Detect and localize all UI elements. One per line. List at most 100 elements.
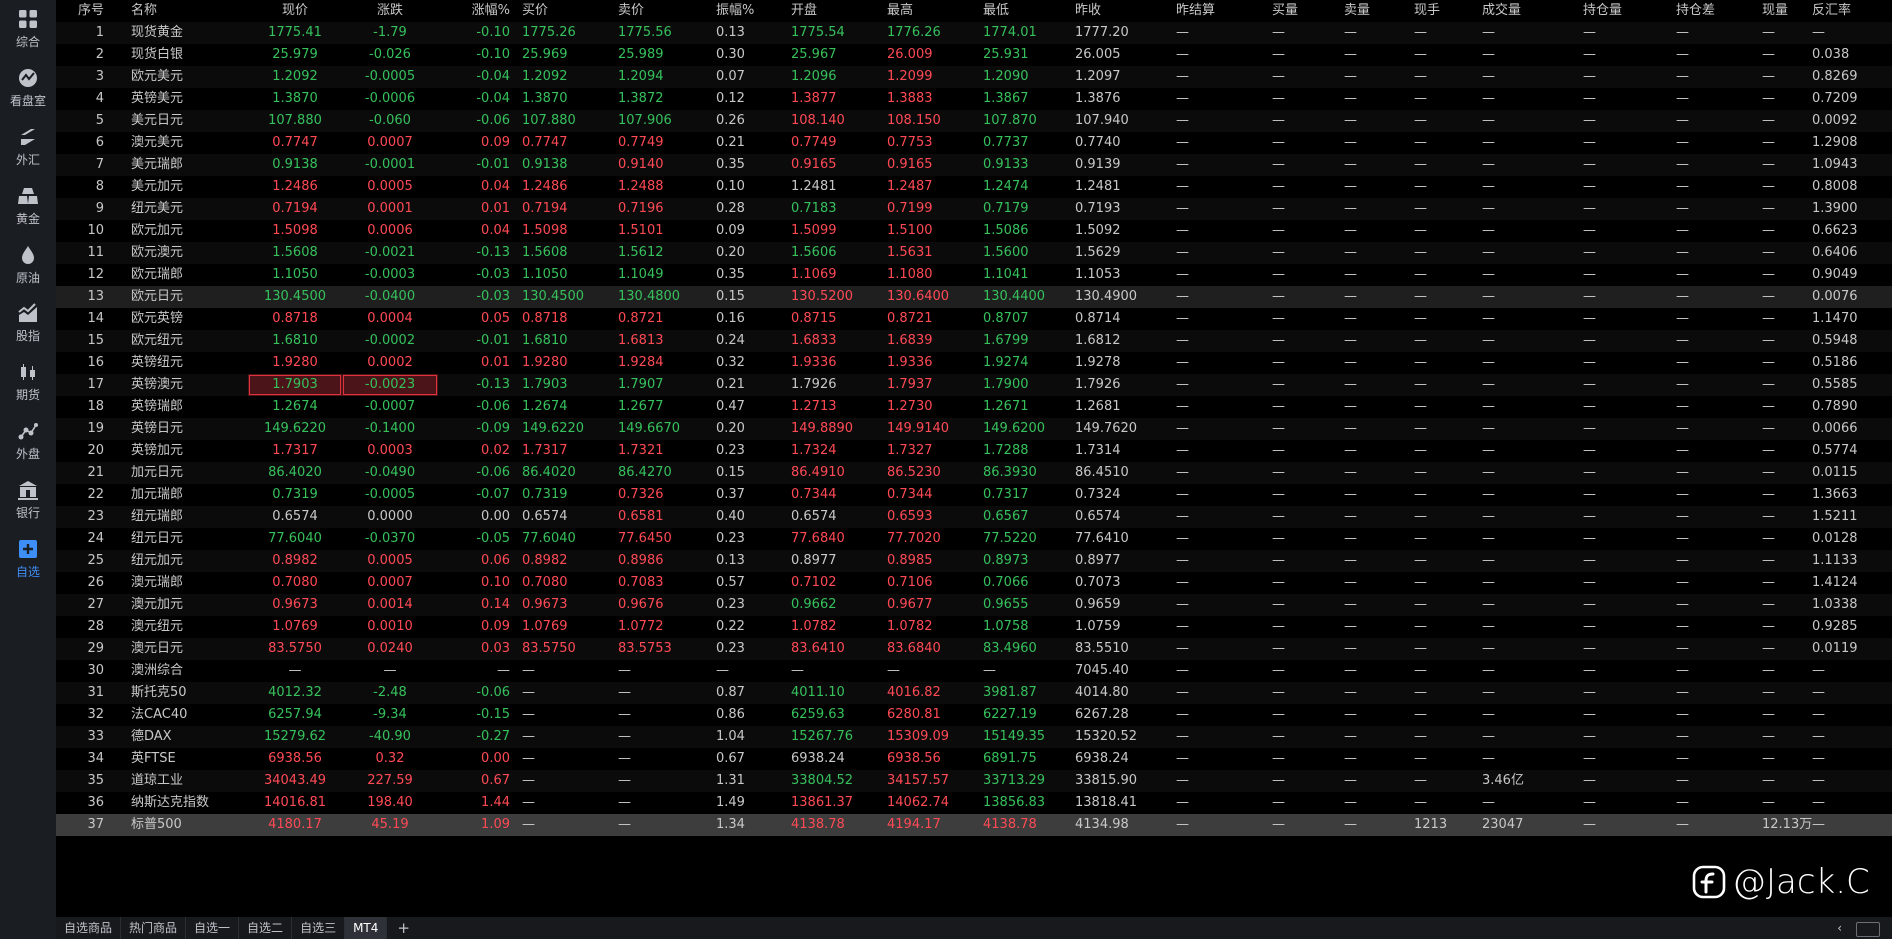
table-cell: 1.2481 [791, 179, 837, 194]
column-header[interactable]: 现量 [1762, 0, 1812, 22]
table-row[interactable]: 36 纳斯达克指数 14016.81 198.40 1.44 — — 1.49 13861.37… [56, 792, 1892, 814]
sidebar-item-9[interactable]: 自选 [0, 529, 56, 588]
table-cell: — [1272, 25, 1285, 40]
tab-0[interactable]: 自选商品 [56, 917, 122, 939]
horizontal-scrollbar-thumb[interactable] [1856, 922, 1880, 937]
column-header[interactable]: 最低 [975, 0, 1071, 22]
table-row[interactable]: 18 英镑瑞郎 1.2674 -0.0007 -0.06 1.2674 1.2677 0.47… [56, 396, 1892, 418]
table-row[interactable]: 28 澳元纽元 1.0769 0.0010 0.09 1.0769 1.0772 0.22 1.… [56, 616, 1892, 638]
table-cell: 7045.40 [1075, 663, 1129, 678]
sidebar-item-2[interactable]: 外汇 [0, 118, 56, 177]
sidebar-item-5[interactable]: 股指 [0, 294, 56, 353]
column-header[interactable]: 现价 [248, 0, 342, 22]
table-row[interactable]: 5 美元日元 107.880 -0.060 -0.06 107.880 107.906 0.2… [56, 110, 1892, 132]
column-header[interactable]: 卖价 [614, 0, 710, 22]
table-row[interactable]: 2 现货白银 25.979 -0.026 -0.10 25.969 25.989 0.30 25… [56, 44, 1892, 66]
table-row[interactable]: 8 美元加元 1.2486 0.0005 0.04 1.2486 1.2488 0.10 1.2… [56, 176, 1892, 198]
table-cell: 0.9659 [1075, 597, 1121, 612]
table-cell: 33804.52 [791, 773, 854, 788]
table-row[interactable]: 35 道琼工业 34043.49 227.59 0.67 — — 1.31 33804.52 34… [56, 770, 1892, 792]
column-header[interactable]: 买价 [518, 0, 614, 22]
table-cell: — [1176, 553, 1189, 568]
sidebar-item-4[interactable]: 原油 [0, 235, 56, 294]
table-cell: 5 [95, 113, 104, 128]
column-header[interactable]: 序号 [56, 0, 108, 22]
sidebar-item-8[interactable]: 银行 [0, 470, 56, 529]
table-row[interactable]: 33 德DAX 15279.62 -40.90 -0.27 — — 1.04 15267.76 1… [56, 726, 1892, 748]
column-header[interactable]: 现手 [1410, 0, 1482, 22]
table-row[interactable]: 6 澳元美元 0.7747 0.0007 0.09 0.7747 0.7749 0.21 0.7… [56, 132, 1892, 154]
column-header[interactable]: 涨跌 [342, 0, 438, 22]
column-header[interactable]: 持仓量 [1579, 0, 1676, 22]
column-header[interactable]: 买量 [1268, 0, 1340, 22]
table-row[interactable]: 22 加元瑞郎 0.7319 -0.0005 -0.07 0.7319 0.7326 0.37… [56, 484, 1892, 506]
column-header[interactable]: 振幅% [710, 0, 783, 22]
table-row[interactable]: 20 英镑加元 1.7317 0.0003 0.02 1.7317 1.7321 0.23 1.… [56, 440, 1892, 462]
column-header[interactable]: 卖量 [1340, 0, 1410, 22]
tab-3[interactable]: 自选二 [239, 917, 293, 939]
column-header[interactable]: 开盘 [783, 0, 879, 22]
table-row[interactable]: 26 澳元瑞郎 0.7080 0.0007 0.10 0.7080 0.7083 0.57 0.… [56, 572, 1892, 594]
tab-2[interactable]: 自选一 [186, 917, 240, 939]
table-row[interactable]: 29 澳元日元 83.5750 0.0240 0.03 83.5750 83.5753 0.2… [56, 638, 1892, 660]
tab-5[interactable]: MT4 [345, 917, 388, 939]
table-cell: 33815.90 [1075, 773, 1138, 788]
sidebar-item-0[interactable]: 综合 [0, 0, 56, 59]
table-cell: — [1583, 597, 1596, 612]
table-row[interactable]: 17 英镑澳元 1.7903 -0.0023 -0.13 1.7903 1.7907 0.21… [56, 374, 1892, 396]
table-row[interactable]: 3 欧元美元 1.2092 -0.0005 -0.04 1.2092 1.2094 0.07 1… [56, 66, 1892, 88]
column-header[interactable]: 涨幅% [438, 0, 518, 22]
table-row[interactable]: 7 美元瑞郎 0.9138 -0.0001 -0.01 0.9138 0.9140 0.35 0… [56, 154, 1892, 176]
table-row[interactable]: 13 欧元日元 130.4500 -0.0400 -0.03 130.4500 130.48… [56, 286, 1892, 308]
sidebar-item-7[interactable]: 外盘 [0, 412, 56, 471]
table-row[interactable]: 14 欧元英镑 0.8718 0.0004 0.05 0.8718 0.8721 0.16 0.… [56, 308, 1892, 330]
table-cell: 0.0092 [1812, 113, 1858, 128]
table-cell: 0.9676 [618, 597, 664, 612]
table-cell: — [1583, 443, 1596, 458]
table-cell: — [1676, 25, 1689, 40]
sidebar-item-1[interactable]: 看盘室 [0, 59, 56, 118]
table-row[interactable]: 21 加元日元 86.4020 -0.0490 -0.06 86.4020 86.4270 0… [56, 462, 1892, 484]
table-cell: — [1272, 487, 1285, 502]
sidebar-item-3[interactable]: 黄金 [0, 176, 56, 235]
table-cell: 0.7319 [272, 487, 318, 502]
column-header[interactable]: 持仓差 [1676, 0, 1762, 22]
table-row[interactable]: 27 澳元加元 0.9673 0.0014 0.14 0.9673 0.9676 0.23 0.… [56, 594, 1892, 616]
table-row[interactable]: 16 英镑纽元 1.9280 0.0002 0.01 1.9280 1.9284 0.32 1.… [56, 352, 1892, 374]
column-header[interactable]: 反汇率 [1812, 0, 1872, 22]
table-cell: 0.8977 [1075, 553, 1121, 568]
table-row[interactable]: 4 英镑美元 1.3870 -0.0006 -0.04 1.3870 1.3872 0.12 1… [56, 88, 1892, 110]
table-cell: 0.8269 [1812, 69, 1858, 84]
column-header[interactable]: 成交量 [1482, 0, 1579, 22]
table-row[interactable]: 15 欧元纽元 1.6810 -0.0002 -0.01 1.6810 1.6813 0.24… [56, 330, 1892, 352]
table-row[interactable]: 25 纽元加元 0.8982 0.0005 0.06 0.8982 0.8986 0.13 0.… [56, 550, 1892, 572]
column-header[interactable]: 名称 [108, 0, 248, 22]
column-header[interactable]: 昨收 [1071, 0, 1172, 22]
table-cell: — [983, 663, 996, 678]
sidebar-item-6[interactable]: 期货 [0, 353, 56, 412]
column-header[interactable]: 最高 [879, 0, 975, 22]
table-row[interactable]: 32 法CAC40 6257.94 -9.34 -0.15 — — 0.86 6259.63 62… [56, 704, 1892, 726]
table-row[interactable]: 19 英镑日元 149.6220 -0.1400 -0.09 149.6220 149.66… [56, 418, 1892, 440]
table-cell: 0.21 [716, 377, 745, 392]
table-row[interactable]: 11 欧元澳元 1.5608 -0.0021 -0.13 1.5608 1.5612 0.20… [56, 242, 1892, 264]
table-cell: — [1344, 663, 1357, 678]
tab-4[interactable]: 自选三 [292, 917, 346, 939]
table-row[interactable]: 34 英FTSE 6938.56 0.32 0.00 — — 0.67 6938.24 6938.… [56, 748, 1892, 770]
table-row[interactable]: 12 欧元瑞郎 1.1050 -0.0003 -0.03 1.1050 1.1049 0.35… [56, 264, 1892, 286]
tab-1[interactable]: 热门商品 [121, 917, 187, 939]
table-cell: 0.01 [481, 355, 510, 370]
table-row[interactable]: 31 斯托克50 4012.32 -2.48 -0.06 — — 0.87 4011.10 401… [56, 682, 1892, 704]
table-row[interactable]: 1 现货黄金 1775.41 -1.79 -0.10 1775.26 1775.56 0.13… [56, 22, 1892, 44]
table-row[interactable]: 10 欧元加元 1.5098 0.0006 0.04 1.5098 1.5101 0.09 1.… [56, 220, 1892, 242]
table-cell: — [1414, 553, 1427, 568]
scroll-left-icon[interactable]: ‹ [1837, 921, 1842, 935]
table-row[interactable]: 9 纽元美元 0.7194 0.0001 0.01 0.7194 0.7196 0.28 0.7… [56, 198, 1892, 220]
table-row[interactable]: 30 澳洲综合 — — — — — — — — — 7045.40 — — — — — — — — — [56, 660, 1892, 682]
add-tab-icon[interactable]: + [387, 919, 420, 937]
table-row[interactable]: 23 纽元瑞郎 0.6574 0.0000 0.00 0.6574 0.6581 0.40 0.… [56, 506, 1892, 528]
column-header[interactable]: 昨结算 [1172, 0, 1268, 22]
table-row[interactable]: 24 纽元日元 77.6040 -0.0370 -0.05 77.6040 77.6450 0… [56, 528, 1892, 550]
table-row[interactable]: 37 标普500 4180.17 45.19 1.09 — — 1.34 4138.78 4194… [56, 814, 1892, 836]
table-cell: 1.3876 [1075, 91, 1121, 106]
